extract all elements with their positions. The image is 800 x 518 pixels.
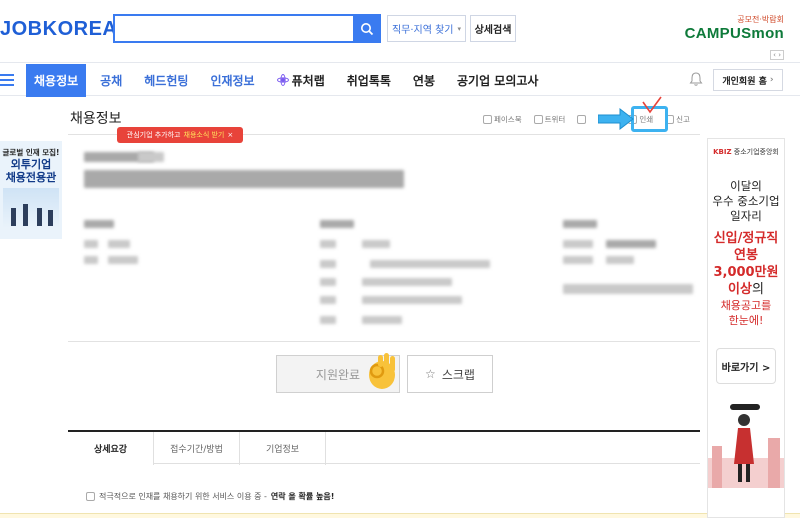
ad-line7b: 의 [751,282,764,297]
ad-line7: 이상의 [708,281,784,298]
facebook-label: 페이스북 [494,114,522,124]
detail-tabs: 상세요강 접수기간/방법 기업정보 [68,430,700,465]
scrap-label: 스크랩 [441,367,475,382]
nav-item-salary[interactable]: 연봉 [413,72,435,89]
notice-emphasis: 연락 올 확률 높음! [270,492,335,501]
ad-highlight: 신입/정규직 연봉 3,000만원 이상의 [708,230,784,298]
job-region-filter-button[interactable]: 직무·지역 찾기 ▾ [387,15,466,42]
email-share-button[interactable] [577,114,587,124]
kbiz-logo: KBIZ [713,148,732,156]
ad-line2: 우수 중소기업 [712,194,780,208]
share-toolbar: 페이스북 트위터 인쇄 신고 [483,113,702,125]
member-home-button[interactable]: 개인회원 홈 › [713,69,783,91]
caret-down-icon: ▾ [457,24,462,33]
tab-details[interactable]: 상세요강 [68,432,154,465]
ad-line7a: 이상 [728,282,752,297]
bottom-banner-strip [0,513,800,518]
futurelab-label: 퓨처랩 [291,73,325,88]
page-title: 채용정보 [70,111,122,127]
left-ad-line1: 글로벌 인재 모집! [2,148,60,157]
futurelab-icon [276,74,289,86]
tip-prefix: 관심기업 추가하고 [126,131,181,139]
service-notice: 적극적으로 인재를 채용하기 위한 서비스 이용 중 - 연락 올 확률 높음! [86,491,334,502]
top-header: JOBKOREA 직무·지역 찾기 ▾ 상세검색 공모전·박람회 CAMPUSm… [0,0,800,60]
nav-item-public-exam[interactable]: 공기업 모의고사 [457,72,538,89]
notice-icon [86,492,95,501]
left-ad-line2: 외투기업 [10,158,52,171]
campus-tag: 공모전·박람회 [737,15,784,24]
pointer-arrow-icon [598,108,634,130]
main-nav: 채용정보 공채 헤드헌팅 인재정보 퓨처랩 취업톡톡 연봉 공기업 모의고사 개… [0,62,800,97]
left-ad-line3: 채용전용관 [5,171,57,184]
close-icon[interactable]: × [227,131,233,139]
tip-highlight: 채용소식 받기 [183,131,225,139]
member-home-label: 개인회원 홈 [722,76,767,87]
ad-line6: 3,000만원 [713,265,779,280]
chevron-right-icon: › [769,75,774,85]
ad-line8: 채용공고를 [720,299,772,312]
search-icon [361,22,374,35]
facebook-share-button[interactable]: 페이스북 [483,114,522,125]
ad-line3: 일자리 [730,209,762,223]
advanced-search-button[interactable]: 상세검색 [470,15,516,42]
twitter-icon [533,114,543,124]
twitter-label: 트위터 [544,114,566,124]
ad-sub: 채용공고를 한눈에! [708,298,784,328]
nav-items: 채용정보 공채 헤드헌팅 인재정보 퓨처랩 취업톡톡 연봉 공기업 모의고사 [26,63,560,97]
tab-company-info[interactable]: 기업정보 [240,432,326,465]
mail-icon [577,114,587,124]
report-label: 신고 [676,114,690,124]
left-ad-illustration [3,188,59,228]
jobkorea-logo[interactable]: JOBKOREA [0,18,117,41]
content-divider [68,341,700,342]
search-input[interactable] [113,14,353,43]
ad-line4: 신입/정규직 [713,231,779,246]
left-ad-banner[interactable]: 글로벌 인재 모집! 외투기업 채용전용관 [0,141,62,239]
ad-headline: 이달의 우수 중소기업 일자리 [708,179,784,224]
kbiz-suffix: 중소기업중앙회 [733,148,779,156]
ad-line9: 한눈에! [728,314,764,327]
nav-item-talent[interactable]: 인재정보 [210,72,254,89]
check-mark-icon [642,96,662,114]
ad-line5: 연봉 [734,248,758,263]
search-button[interactable] [353,14,381,43]
right-ad-banner[interactable]: KBIZ 중소기업중앙회 이달의 우수 중소기업 일자리 신입/정규직 연봉 3… [707,138,785,518]
ad-line1: 이달의 [730,179,762,193]
twitter-share-button[interactable]: 트위터 [533,114,566,125]
campus-brand: CAMPUSmon [684,25,784,42]
star-icon: ☆ [425,367,436,381]
campusmon-banner[interactable]: 공모전·박람회 CAMPUSmon ‹ › [685,14,784,61]
kbiz-org: KBIZ 중소기업중앙회 [708,147,784,157]
scrap-button[interactable]: ☆ 스크랩 [407,355,493,393]
ok-hand-icon [369,353,395,389]
ad-illustration [708,404,784,488]
nav-item-open-recruit[interactable]: 공채 [100,72,122,89]
nav-item-headhunting[interactable]: 헤드헌팅 [144,72,188,89]
facebook-icon [483,114,492,124]
banner-arrows-icon[interactable]: ‹ › [770,50,784,60]
nav-item-recruit[interactable]: 채용정보 [26,63,87,97]
ad-go-button[interactable]: 바로가기 > [716,348,776,384]
report-button[interactable]: 신고 [665,114,690,125]
nav-item-talk[interactable]: 취업톡톡 [347,72,391,89]
follow-company-tooltip[interactable]: 관심기업 추가하고 채용소식 받기 × [117,127,243,143]
filter-label: 직무·지역 찾기 [391,25,454,36]
tab-application-period[interactable]: 접수기간/방법 [154,432,240,465]
nav-item-futurelab[interactable]: 퓨처랩 [276,72,325,89]
hamburger-menu-icon[interactable] [0,74,14,86]
notice-text: 적극적으로 인재를 채용하기 위한 서비스 이용 중 - [99,492,267,501]
bell-icon[interactable] [689,71,703,87]
